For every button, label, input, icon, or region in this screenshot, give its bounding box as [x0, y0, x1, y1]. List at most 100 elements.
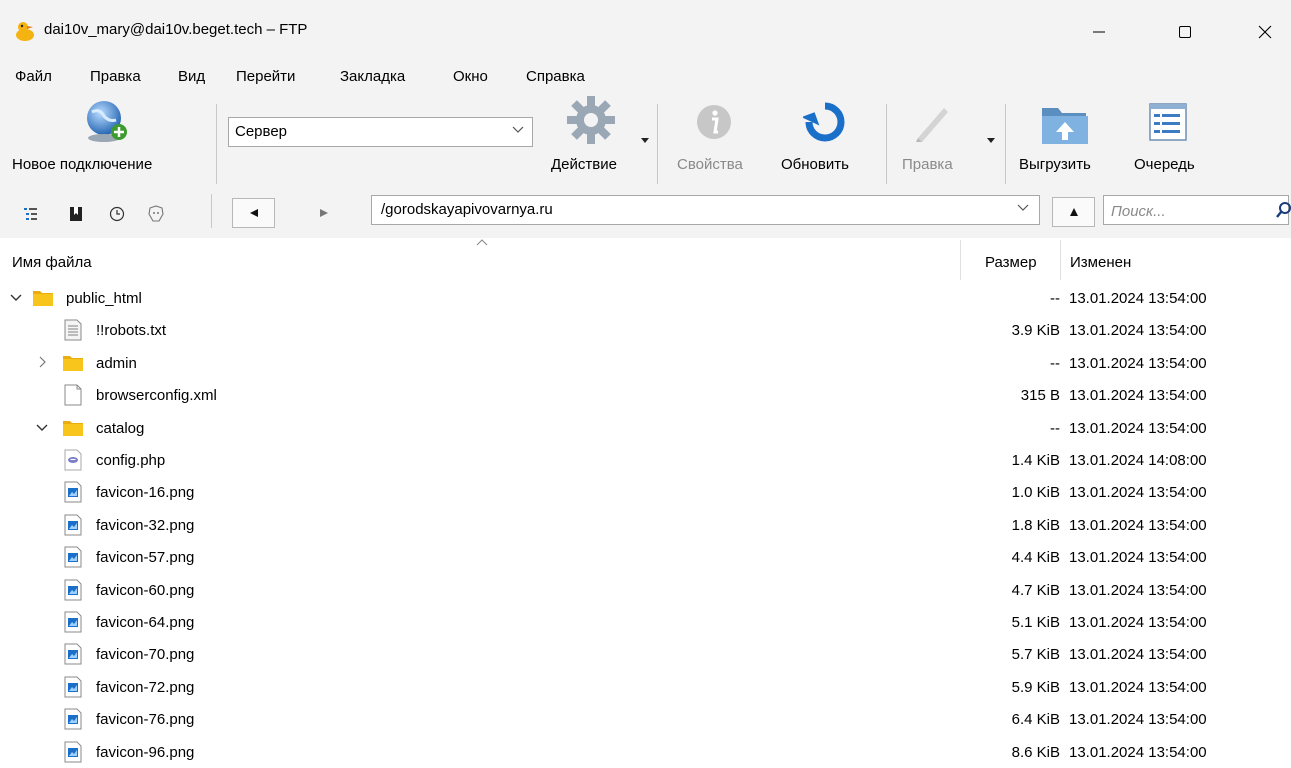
image-file-icon: [62, 643, 84, 665]
server-select-value: Сервер: [235, 123, 288, 140]
upload-label: Выгрузить: [1019, 156, 1091, 173]
server-select[interactable]: Сервер: [228, 117, 533, 147]
tree-expander[interactable]: [36, 421, 48, 433]
file-row[interactable]: favicon-64.png 5.1 KiB 13.01.2024 13:54:00: [0, 606, 1291, 638]
folder-icon: [33, 291, 53, 306]
file-modified: 13.01.2024 13:54:00: [1069, 678, 1207, 696]
menu-window[interactable]: Окно: [453, 68, 488, 85]
file-name: favicon-72.png: [96, 678, 195, 696]
file-row[interactable]: favicon-70.png 5.7 KiB 13.01.2024 13:54:00: [0, 638, 1291, 670]
image-file-icon: [64, 514, 82, 536]
file-modified: 13.01.2024 14:08:00: [1069, 452, 1207, 469]
column-divider[interactable]: [960, 240, 961, 280]
file-size: 315 B: [1020, 387, 1060, 405]
forward-button[interactable]: [302, 198, 345, 228]
menu-help[interactable]: Справка: [526, 68, 585, 85]
close-button[interactable]: [1243, 14, 1287, 50]
search-icon[interactable]: [1276, 201, 1291, 219]
menu-view[interactable]: Вид: [178, 68, 205, 85]
file-modified: 13.01.2024 13:54:00: [1069, 516, 1207, 534]
file-row[interactable]: catalog -- 13.01.2024 13:54:00: [0, 412, 1291, 444]
image-file-icon: [64, 546, 82, 568]
file-row[interactable]: favicon-76.png 6.4 KiB 13.01.2024 13:54:00: [0, 703, 1291, 735]
back-arrow-icon: [249, 209, 258, 217]
up-arrow-icon: [1069, 208, 1078, 216]
search-field[interactable]: [1103, 195, 1291, 225]
bookmarks-button[interactable]: [64, 202, 88, 226]
image-file-icon: [64, 676, 82, 698]
back-button[interactable]: [232, 198, 275, 228]
file-row[interactable]: !!robots.txt 3.9 KiB 13.01.2024 13:54:00: [0, 314, 1291, 346]
image-file-icon: [64, 481, 82, 503]
upload-folder-icon: [1042, 108, 1088, 144]
image-file-icon: [62, 611, 84, 633]
file-size: 5.9 KiB: [1011, 678, 1060, 696]
image-file-icon: [62, 481, 84, 503]
menu-edit[interactable]: Правка: [90, 68, 141, 85]
forward-arrow-icon: [319, 209, 328, 217]
column-divider[interactable]: [1060, 240, 1061, 280]
path-input[interactable]: /gorodskayapivovarnya.ru: [371, 195, 1040, 225]
column-size[interactable]: Размер: [985, 254, 1037, 271]
file-row[interactable]: favicon-72.png 5.9 KiB 13.01.2024 13:54:00: [0, 671, 1291, 703]
history-button[interactable]: [105, 202, 129, 226]
file-row[interactable]: admin -- 13.01.2024 13:54:00: [0, 347, 1291, 379]
refresh-label: Обновить: [781, 156, 849, 173]
new-connection-label: Новое подключение: [12, 156, 153, 173]
image-file-icon: [62, 514, 84, 536]
menu-bookmark[interactable]: Закладка: [340, 68, 405, 85]
file-name: favicon-32.png: [96, 516, 195, 534]
file-row[interactable]: favicon-60.png 4.7 KiB 13.01.2024 13:54:00: [0, 574, 1291, 606]
file-name: favicon-16.png: [96, 484, 195, 502]
file-row[interactable]: favicon-96.png 8.6 KiB 13.01.2024 13:54:00: [0, 736, 1291, 768]
file-modified: 13.01.2024 13:54:00: [1069, 419, 1207, 437]
file-row[interactable]: favicon-57.png 4.4 KiB 13.01.2024 13:54:00: [0, 541, 1291, 573]
parent-directory-button[interactable]: [1052, 197, 1095, 227]
action-label: Действие: [551, 156, 617, 173]
file-modified: 13.01.2024 13:54:00: [1069, 387, 1207, 405]
refresh-icon: [803, 102, 845, 142]
outline-view-button[interactable]: [19, 202, 43, 226]
image-file-icon: [64, 611, 82, 633]
file-size: 3.9 KiB: [1011, 322, 1060, 340]
file-name: browserconfig.xml: [96, 387, 217, 405]
menu-go[interactable]: Перейти: [236, 68, 295, 85]
folder-icon: [62, 352, 84, 374]
column-modified[interactable]: Изменен: [1070, 254, 1131, 271]
minimize-button[interactable]: [1077, 14, 1121, 50]
chevron-right-icon: [39, 356, 46, 368]
image-file-icon: [64, 643, 82, 665]
column-filename[interactable]: Имя файла: [12, 254, 92, 271]
file-row[interactable]: browserconfig.xml 315 B 13.01.2024 13:54:0…: [0, 379, 1291, 411]
file-name: favicon-76.png: [96, 711, 195, 729]
properties-label: Свойства: [677, 156, 743, 173]
file-row[interactable]: config.php 1.4 KiB 13.01.2024 14:08:00: [0, 444, 1291, 476]
file-row[interactable]: public_html -- 13.01.2024 13:54:00: [0, 282, 1291, 314]
file-size: 5.1 KiB: [1011, 614, 1060, 631]
file-list-header: Имя файла Размер Изменен: [0, 238, 1291, 282]
bonjour-button[interactable]: [144, 202, 168, 226]
file-name: !!robots.txt: [96, 322, 167, 340]
php-file-icon: [62, 449, 84, 471]
queue-list-icon: [1149, 103, 1187, 141]
maximize-button[interactable]: [1163, 14, 1207, 50]
file-row[interactable]: favicon-16.png 1.0 KiB 13.01.2024 13:54:00: [0, 476, 1291, 508]
info-icon: [697, 105, 731, 139]
file-row[interactable]: favicon-32.png 1.8 KiB 13.01.2024 13:54:00: [0, 509, 1291, 541]
menu-file[interactable]: Файл: [15, 68, 52, 85]
chevron-down-icon: [512, 126, 524, 133]
tree-expander[interactable]: [36, 356, 48, 368]
file-name: favicon-64.png: [96, 614, 195, 631]
tree-expander[interactable]: [10, 291, 22, 303]
file-size: 8.6 KiB: [1011, 743, 1060, 761]
file-name: catalog: [96, 419, 145, 437]
file-size: 6.4 KiB: [1011, 711, 1060, 729]
file-modified: 13.01.2024 13:54:00: [1069, 743, 1207, 761]
search-input[interactable]: [1109, 200, 1253, 222]
duck-icon: [16, 22, 34, 41]
minimize-icon: [1093, 31, 1105, 33]
maximize-icon: [1179, 26, 1191, 38]
gear-icon: [567, 96, 615, 144]
folder-icon: [63, 420, 83, 436]
edit-dropdown-arrow: [987, 138, 995, 143]
